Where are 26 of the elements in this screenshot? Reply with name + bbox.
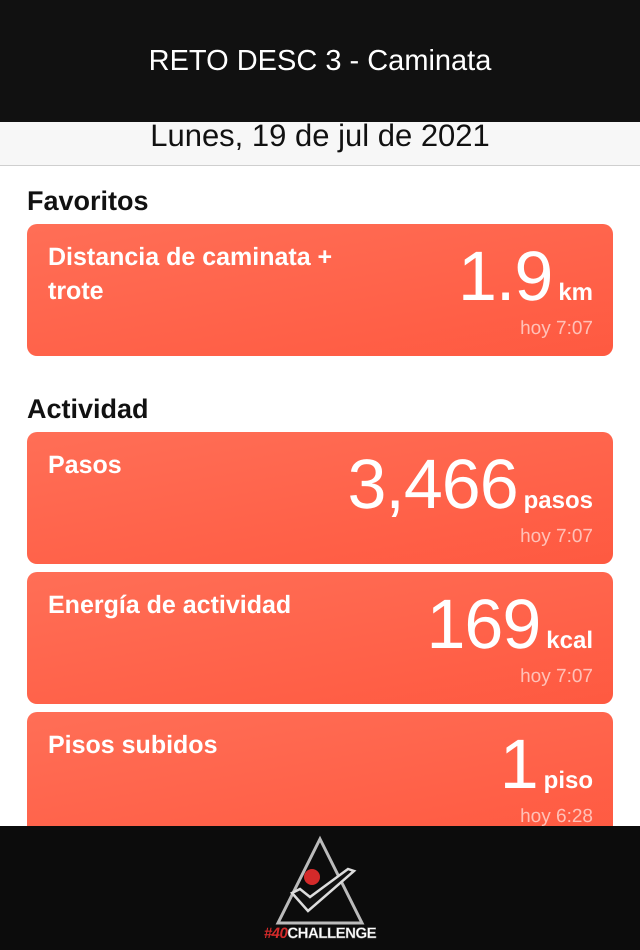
section-heading: Favoritos <box>27 185 150 216</box>
logo-text: #40CHALLENGE <box>264 924 376 942</box>
metric-unit: kcal <box>546 627 593 655</box>
metric-card[interactable]: Pasos 3,466 pasos hoy 7:07 <box>27 432 613 564</box>
triangle-check-icon <box>274 834 366 926</box>
metric-card[interactable]: Pisos subidos 1 piso hoy 6:28 <box>27 712 613 826</box>
metric-time: hoy 6:28 <box>520 806 593 826</box>
metric-title: Pisos subidos <box>48 730 218 761</box>
metric-unit: pasos <box>524 487 593 515</box>
metric-title: Distancia de caminata + trote <box>48 242 334 307</box>
metric-card[interactable]: Energía de actividad 169 kcal hoy 7:07 <box>27 572 613 704</box>
metric-unit: piso <box>544 767 593 795</box>
date-label: Lunes, 19 de jul de 2021 <box>150 122 490 151</box>
metric-value: 1 <box>500 728 538 800</box>
metric-time: hoy 7:07 <box>520 526 593 548</box>
metric-unit: km <box>558 279 593 307</box>
metric-value: 1.9 <box>458 240 552 312</box>
page-title: RETO DESC 3 - Caminata <box>148 44 492 78</box>
metric-time: hoy 7:07 <box>520 318 593 340</box>
metric-card[interactable]: Distancia de caminata + trote 1.9 km hoy 7:07 <box>27 224 613 356</box>
metric-time: hoy 7:07 <box>520 666 593 688</box>
metric-value: 169 <box>426 588 540 660</box>
metric-title: Energía de actividad <box>48 590 292 621</box>
section-heading: Actividad <box>27 393 150 424</box>
metric-value: 3,466 <box>347 448 518 520</box>
metric-title: Pasos <box>48 450 123 481</box>
